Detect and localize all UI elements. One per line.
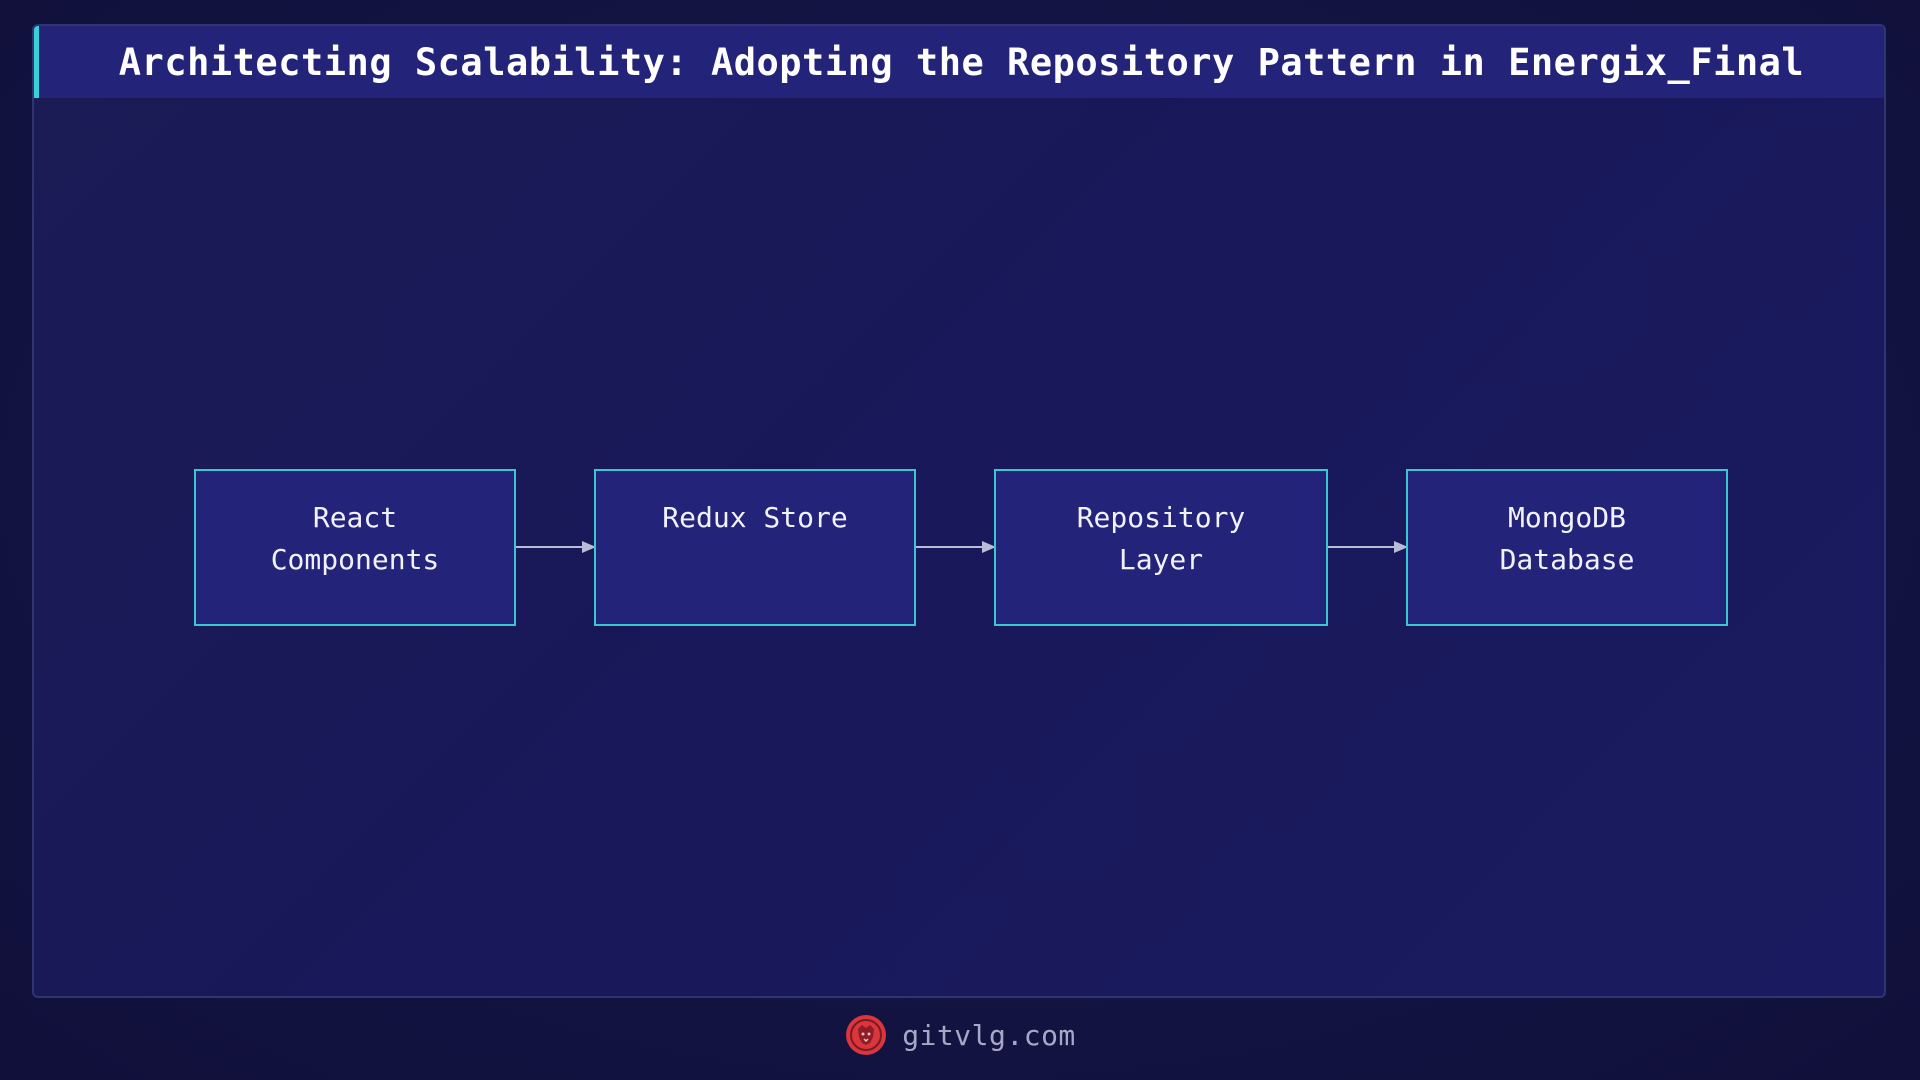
slide-panel: Architecting Scalability: Adopting the R… [32, 24, 1886, 998]
footer-site-link[interactable]: gitvlg.com [902, 1019, 1076, 1052]
node-redux-store: Redux Store [594, 469, 916, 626]
footer: gitvlg.com [0, 1012, 1920, 1058]
node-react-components: React Components [194, 469, 516, 626]
node-mongodb-database: MongoDB Database [1406, 469, 1728, 626]
node-repository-layer: Repository Layer [994, 469, 1328, 626]
flow-diagram: React Components Redux Store Repository … [34, 26, 1884, 996]
lion-logo-icon [846, 1015, 887, 1055]
